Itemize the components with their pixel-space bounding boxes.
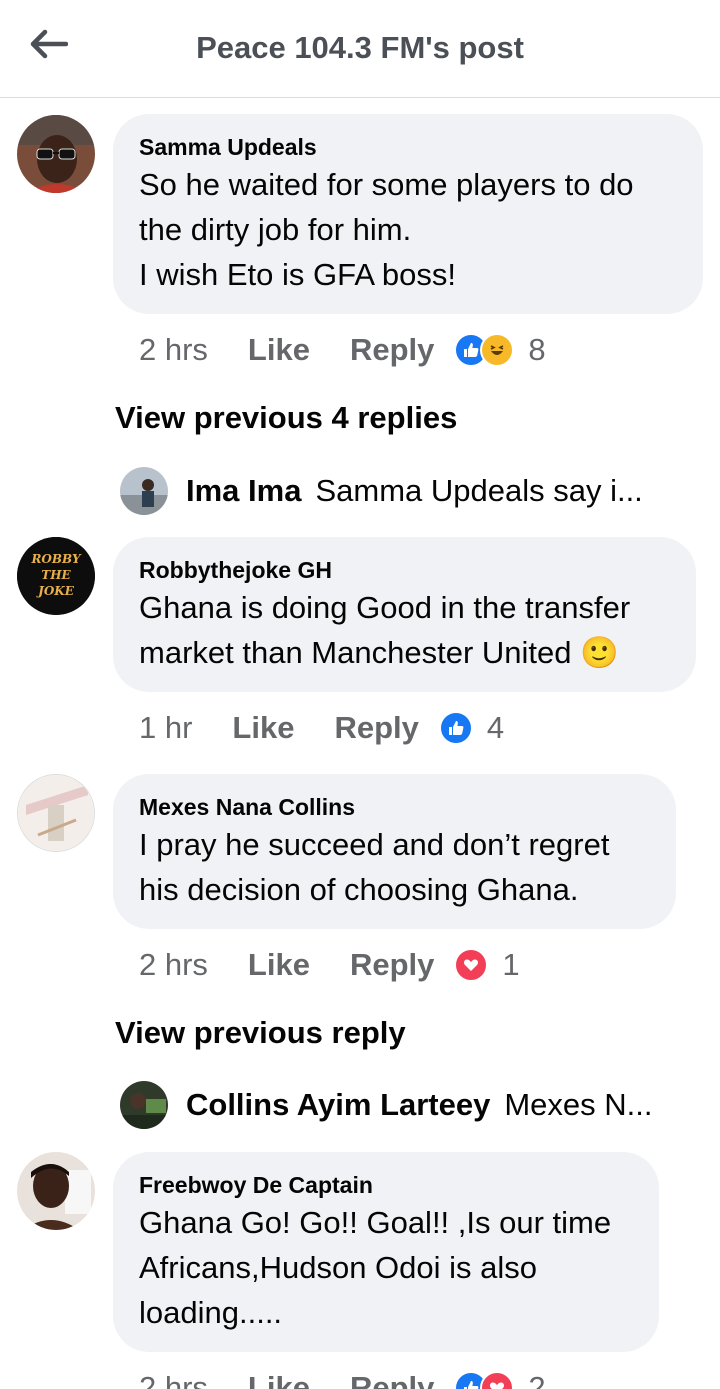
love-icon [480, 1371, 515, 1389]
love-icon [454, 948, 489, 982]
avatar[interactable] [17, 774, 95, 852]
comment-time[interactable]: 2 hrs [139, 947, 208, 983]
comment-text: Ghana is doing Good in the transfer mark… [139, 590, 631, 670]
comment-author[interactable]: Robbythejoke GH [139, 555, 670, 585]
view-previous-replies[interactable]: View previous reply [115, 1015, 406, 1051]
reply-preview[interactable]: Collins Ayim Larteey Mexes N... [120, 1079, 680, 1131]
avatar-text: ROBBY [30, 552, 82, 566]
comment-bubble: Robbythejoke GH Ghana is doing Good in t… [113, 537, 696, 692]
comment-text: I pray he succeed and don’t regret his d… [139, 827, 610, 907]
comment-text: So he waited for some players to do the … [139, 167, 634, 292]
reaction-count[interactable]: 8 [528, 332, 545, 368]
avatar-text: JOKE [36, 584, 75, 598]
comment-time[interactable]: 2 hrs [139, 332, 208, 368]
reply-text: Samma Updeals say i... [315, 473, 643, 508]
avatar[interactable] [120, 1081, 168, 1129]
reply-author[interactable]: Ima Ima [186, 473, 301, 509]
comment-author[interactable]: Mexes Nana Collins [139, 792, 650, 822]
reply-button[interactable]: Reply [350, 332, 434, 368]
comment-bubble: Samma Updeals So he waited for some play… [113, 114, 703, 314]
reactions[interactable] [438, 711, 473, 745]
avatar[interactable] [17, 1152, 95, 1230]
avatar[interactable] [120, 467, 168, 515]
reply-author[interactable]: Collins Ayim Larteey [186, 1087, 490, 1123]
comment-actions: 2 hrs Like Reply 1 [139, 943, 520, 987]
reactions[interactable] [454, 333, 515, 367]
comment-author[interactable]: Samma Updeals [139, 132, 677, 162]
reply-button[interactable]: Reply [350, 947, 434, 983]
like-button[interactable]: Like [248, 1370, 310, 1389]
page-title: Peace 104.3 FM's post [196, 30, 524, 65]
comment-time[interactable]: 2 hrs [139, 1370, 208, 1389]
like-button[interactable]: Like [232, 710, 294, 746]
like-button[interactable]: Like [248, 947, 310, 983]
comment-bubble: Freebwoy De Captain Ghana Go! Go!! Goal!… [113, 1152, 659, 1352]
reaction-count[interactable]: 1 [502, 947, 519, 983]
reply-button[interactable]: Reply [334, 710, 418, 746]
avatar-text: THE [41, 568, 71, 582]
view-previous-replies[interactable]: View previous 4 replies [115, 400, 457, 436]
reaction-count[interactable]: 4 [487, 710, 504, 746]
like-icon [438, 711, 473, 745]
comment-actions: 2 hrs Like Reply 2 [139, 1366, 546, 1389]
reply-text: Mexes N... [504, 1087, 653, 1122]
reply-button[interactable]: Reply [350, 1370, 434, 1389]
reactions[interactable] [454, 1371, 515, 1389]
comment-bubble: Mexes Nana Collins I pray he succeed and… [113, 774, 676, 929]
like-button[interactable]: Like [248, 332, 310, 368]
haha-icon [480, 333, 515, 367]
avatar[interactable]: ROBBY THE JOKE [17, 537, 95, 615]
reply-preview[interactable]: Ima Ima Samma Updeals say i... [120, 465, 680, 517]
comment-actions: 1 hr Like Reply 4 [139, 706, 504, 750]
avatar[interactable] [17, 115, 95, 193]
comment-actions: 2 hrs Like Reply 8 [139, 328, 546, 372]
comment-text: Ghana Go! Go!! Goal!! ,Is our time Afric… [139, 1205, 612, 1330]
reaction-count[interactable]: 2 [528, 1370, 545, 1389]
top-bar: Peace 104.3 FM's post [0, 0, 720, 98]
reactions[interactable] [454, 948, 489, 982]
comment-author[interactable]: Freebwoy De Captain [139, 1170, 633, 1200]
comment-time[interactable]: 1 hr [139, 710, 192, 746]
